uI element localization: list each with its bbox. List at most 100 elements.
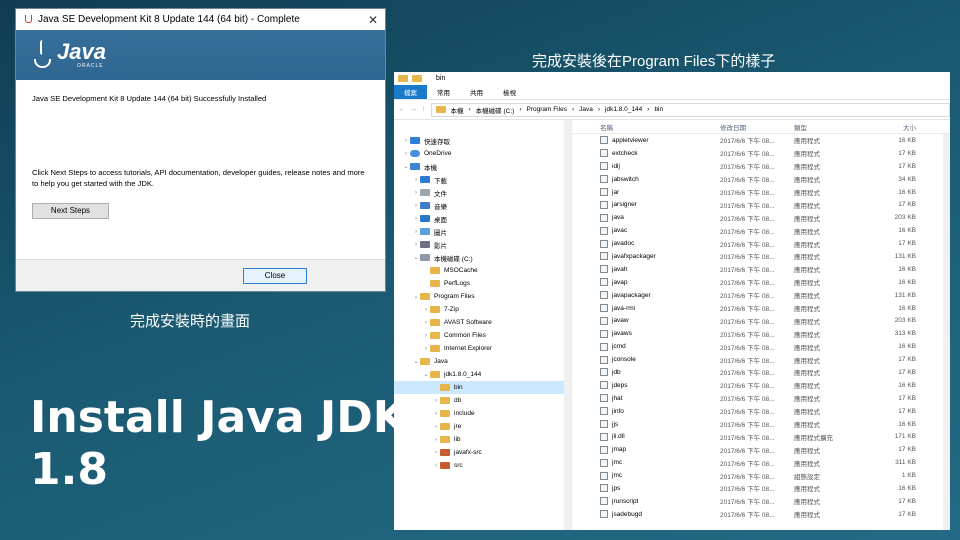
file-row[interactable]: jar 2017/6/6 下午 08... 應用程式 16 KB: [572, 186, 950, 199]
nav-item[interactable]: › jre: [394, 420, 571, 433]
nav-item[interactable]: ⌄ 本機: [394, 160, 571, 173]
chevron-right-icon[interactable]: ›: [412, 242, 420, 248]
file-row[interactable]: javap 2017/6/6 下午 08... 應用程式 16 KB: [572, 276, 950, 289]
file-row[interactable]: javah 2017/6/6 下午 08... 應用程式 16 KB: [572, 263, 950, 276]
forward-icon[interactable]: →: [410, 106, 417, 113]
nav-item[interactable]: › 圖片: [394, 225, 571, 238]
breadcrumb-item[interactable]: Program Files: [526, 106, 566, 113]
file-row[interactable]: jarsigner 2017/6/6 下午 08... 應用程式 17 KB: [572, 198, 950, 211]
nav-item[interactable]: PerfLogs: [394, 277, 571, 290]
file-row[interactable]: jmc 2017/6/6 下午 08... 應用程式 311 KB: [572, 456, 950, 469]
file-row[interactable]: javaws 2017/6/6 下午 08... 應用程式 313 KB: [572, 327, 950, 340]
column-date[interactable]: 修改日期: [720, 122, 794, 132]
nav-item[interactable]: ⌄ Program Files: [394, 290, 571, 303]
nav-item[interactable]: ⌄ Java: [394, 355, 571, 368]
nav-item[interactable]: › 快速存取: [394, 134, 571, 147]
tab-home[interactable]: 常用: [427, 85, 460, 99]
file-row[interactable]: jrunscript 2017/6/6 下午 08... 應用程式 17 KB: [572, 495, 950, 508]
chevron-right-icon[interactable]: ›: [422, 346, 430, 352]
column-size[interactable]: 大小: [860, 122, 920, 132]
file-row[interactable]: jinfo 2017/6/6 下午 08... 應用程式 17 KB: [572, 405, 950, 418]
nav-item[interactable]: bin: [394, 381, 571, 394]
chevron-down-icon[interactable]: ⌄: [402, 163, 410, 170]
file-row[interactable]: jps 2017/6/6 下午 08... 應用程式 16 KB: [572, 482, 950, 495]
chevron-right-icon[interactable]: ›: [402, 138, 410, 144]
file-row[interactable]: javafxpackager 2017/6/6 下午 08... 應用程式 131 K…: [572, 250, 950, 263]
chevron-down-icon[interactable]: ⌄: [422, 371, 430, 378]
file-row[interactable]: javadoc 2017/6/6 下午 08... 應用程式 17 KB: [572, 237, 950, 250]
file-row[interactable]: jsadebugd 2017/6/6 下午 08... 應用程式 17 KB: [572, 508, 950, 521]
nav-item[interactable]: ⌄ 本機磁碟 (C:): [394, 251, 571, 264]
chevron-right-icon[interactable]: ›: [422, 307, 430, 313]
chevron-right-icon[interactable]: ›: [432, 411, 440, 417]
tab-view[interactable]: 檢視: [493, 85, 526, 99]
nav-item[interactable]: › src: [394, 459, 571, 472]
chevron-right-icon[interactable]: ›: [432, 463, 440, 469]
file-row[interactable]: jconsole 2017/6/6 下午 08... 應用程式 17 KB: [572, 353, 950, 366]
file-row[interactable]: jmc 2017/6/6 下午 08... 組態設定 1 KB: [572, 469, 950, 482]
up-icon[interactable]: ↑: [422, 106, 426, 113]
file-row[interactable]: java-rmi 2017/6/6 下午 08... 應用程式 16 KB: [572, 302, 950, 315]
file-row[interactable]: jdb 2017/6/6 下午 08... 應用程式 17 KB: [572, 366, 950, 379]
breadcrumb[interactable]: 本機 › 本機磁碟 (C:) › Program Files › Java › jdk1…: [430, 102, 950, 117]
file-row[interactable]: jcmd 2017/6/6 下午 08... 應用程式 16 KB: [572, 340, 950, 353]
column-type[interactable]: 類型: [794, 122, 860, 132]
file-row[interactable]: appletviewer 2017/6/6 下午 08... 應用程式 16 KB: [572, 134, 950, 147]
file-row[interactable]: javaw 2017/6/6 下午 08... 應用程式 203 KB: [572, 314, 950, 327]
breadcrumb-item[interactable]: bin: [654, 106, 663, 113]
nav-item[interactable]: › 文件: [394, 186, 571, 199]
file-row[interactable]: idlj 2017/6/6 下午 08... 應用程式 17 KB: [572, 160, 950, 173]
next-steps-button[interactable]: Next Steps: [32, 202, 109, 219]
chevron-right-icon[interactable]: ›: [432, 398, 440, 404]
chevron-right-icon[interactable]: ›: [432, 450, 440, 456]
nav-item[interactable]: › Internet Explorer: [394, 342, 571, 355]
file-row[interactable]: jhat 2017/6/6 下午 08... 應用程式 17 KB: [572, 392, 950, 405]
nav-item[interactable]: › 7-Zip: [394, 303, 571, 316]
tab-share[interactable]: 共用: [460, 85, 493, 99]
file-scrollbar[interactable]: [943, 134, 950, 530]
nav-item[interactable]: › OneDrive: [394, 147, 571, 160]
column-name[interactable]: 名稱: [572, 122, 720, 132]
chevron-right-icon[interactable]: ›: [412, 190, 420, 196]
chevron-right-icon[interactable]: ›: [412, 216, 420, 222]
file-row[interactable]: jmap 2017/6/6 下午 08... 應用程式 17 KB: [572, 443, 950, 456]
nav-item[interactable]: › AVAST Software: [394, 316, 571, 329]
chevron-right-icon[interactable]: ›: [432, 424, 440, 430]
nav-item[interactable]: › 音樂: [394, 199, 571, 212]
nav-item[interactable]: MSOCache: [394, 264, 571, 277]
chevron-right-icon[interactable]: ›: [402, 151, 410, 157]
file-row[interactable]: jabswitch 2017/6/6 下午 08... 應用程式 34 KB: [572, 173, 950, 186]
breadcrumb-item[interactable]: jdk1.8.0_144: [605, 106, 642, 113]
file-row[interactable]: java 2017/6/6 下午 08... 應用程式 203 KB: [572, 211, 950, 224]
close-icon[interactable]: ✕: [361, 13, 385, 27]
back-icon[interactable]: ←: [398, 106, 405, 113]
file-row[interactable]: jli.dll 2017/6/6 下午 08... 應用程式擴充 171 KB: [572, 430, 950, 443]
chevron-right-icon[interactable]: ›: [412, 177, 420, 183]
file-row[interactable]: extcheck 2017/6/6 下午 08... 應用程式 17 KB: [572, 147, 950, 160]
file-row[interactable]: javac 2017/6/6 下午 08... 應用程式 16 KB: [572, 224, 950, 237]
nav-item[interactable]: › 桌面: [394, 212, 571, 225]
chevron-right-icon[interactable]: ›: [412, 203, 420, 209]
chevron-down-icon[interactable]: ⌄: [412, 358, 420, 365]
file-row[interactable]: javapackager 2017/6/6 下午 08... 應用程式 131 KB: [572, 289, 950, 302]
close-button[interactable]: Close: [243, 268, 307, 284]
nav-item[interactable]: › db: [394, 394, 571, 407]
breadcrumb-item[interactable]: 本機: [451, 105, 464, 115]
nav-item[interactable]: › 下載: [394, 173, 571, 186]
breadcrumb-item[interactable]: Java: [579, 106, 593, 113]
nav-scrollbar[interactable]: [564, 120, 571, 530]
file-row[interactable]: jjs 2017/6/6 下午 08... 應用程式 16 KB: [572, 418, 950, 431]
nav-item[interactable]: › lib: [394, 433, 571, 446]
chevron-down-icon[interactable]: ⌄: [412, 254, 420, 261]
chevron-right-icon[interactable]: ›: [422, 333, 430, 339]
chevron-down-icon[interactable]: ⌄: [412, 293, 420, 300]
file-row[interactable]: jdeps 2017/6/6 下午 08... 應用程式 16 KB: [572, 379, 950, 392]
chevron-right-icon[interactable]: ›: [412, 229, 420, 235]
nav-item[interactable]: › 影片: [394, 238, 571, 251]
nav-item[interactable]: › javafx-src: [394, 446, 571, 459]
chevron-right-icon[interactable]: ›: [422, 320, 430, 326]
tab-file[interactable]: 檔案: [394, 85, 427, 99]
nav-item[interactable]: › include: [394, 407, 571, 420]
chevron-right-icon[interactable]: ›: [432, 437, 440, 443]
nav-item[interactable]: › Common Files: [394, 329, 571, 342]
